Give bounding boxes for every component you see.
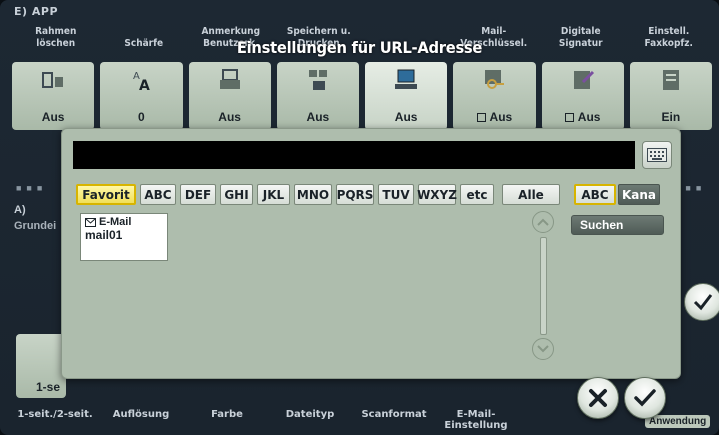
encryption-value: Aus: [476, 110, 512, 124]
chevron-up-icon: [537, 218, 549, 226]
tab-email-einstellung[interactable]: E-Mail- Einstellung: [436, 409, 516, 431]
frame-erase-value: Aus: [41, 110, 65, 124]
save-print-icon: [308, 70, 327, 90]
digital-signature-icon: [573, 70, 594, 89]
tab-aufloesung[interactable]: Auflösung: [96, 409, 186, 431]
app-section-label: E) APP: [14, 5, 59, 18]
tab-farbe[interactable]: Farbe: [186, 409, 268, 431]
filter-pqrs[interactable]: PQRS: [336, 184, 374, 205]
ok-button[interactable]: [624, 377, 666, 419]
svg-text:A: A: [139, 78, 150, 92]
filter-wxyz[interactable]: WXYZ: [417, 184, 457, 205]
url-address-value: Aus: [394, 110, 418, 124]
mode-kana-button[interactable]: Kana: [618, 184, 660, 205]
scroll-down-button[interactable]: [532, 338, 554, 360]
digital-signature-button[interactable]: Aus: [541, 62, 624, 130]
filter-ghi[interactable]: GHI: [220, 184, 253, 205]
tab-scanformat[interactable]: Scanformat: [352, 409, 436, 431]
digital-signature-value: Aus: [564, 110, 600, 124]
filter-favorit[interactable]: Favorit: [76, 184, 136, 205]
stamp-icon: [219, 69, 240, 89]
close-icon: [589, 389, 607, 407]
filter-jkl[interactable]: JKL: [257, 184, 290, 205]
filter-abc[interactable]: ABC: [140, 184, 176, 205]
dialog-title: Einstellungen für URL-Adresse: [236, 38, 483, 57]
encryption-key-icon: [485, 70, 505, 89]
keyboard-icon: [647, 148, 667, 162]
url-address-dialog: Favorit ABC DEF GHI JKL MNO PQRS TUV WXY…: [61, 128, 681, 379]
filter-def[interactable]: DEF: [180, 184, 216, 205]
filter-tuv[interactable]: TUV: [378, 184, 414, 205]
url-computer-icon: [395, 69, 418, 89]
anwendung-tab[interactable]: Anwendung: [645, 415, 711, 428]
index-filter-row: Favorit ABC DEF GHI JKL MNO PQRS TUV WXY…: [76, 184, 660, 205]
sharpness-icon: AA: [133, 71, 150, 92]
fax-header-button[interactable]: Ein: [629, 62, 712, 130]
frame-erase-button[interactable]: Aus: [12, 62, 95, 130]
scrollbar-track[interactable]: [540, 237, 547, 335]
encryption-button[interactable]: Aus: [453, 62, 536, 130]
frame-erase-icon: [42, 72, 64, 88]
checkmark-icon: [634, 389, 656, 407]
save-print-value: Aus: [306, 110, 330, 124]
cancel-button[interactable]: [577, 377, 619, 419]
signature-checkbox: [564, 113, 574, 122]
filter-alle[interactable]: Alle: [502, 184, 560, 205]
url-address-input[interactable]: [73, 141, 635, 169]
sharpness-button[interactable]: AA 0: [100, 62, 183, 130]
sharpness-value: 0: [138, 110, 145, 124]
search-button[interactable]: Suchen: [571, 215, 664, 235]
background-ok-button[interactable]: [684, 283, 719, 321]
keyboard-button[interactable]: [642, 141, 672, 169]
grundeinstellung-label: Grundei: [14, 220, 57, 232]
function-icon-row: Aus AA 0 Aus Aus Aus Aus Aus Ein: [12, 62, 712, 130]
fax-header-value: Ein: [661, 110, 681, 124]
checkmark-icon: [693, 294, 713, 311]
stamp-value: Aus: [218, 110, 241, 124]
list-item[interactable]: E-Mail mail01: [80, 213, 168, 261]
drag-handle-left: ■■■: [16, 183, 48, 193]
tab-duplex[interactable]: 1-seit./2-seit.: [14, 409, 96, 431]
chevron-down-icon: [537, 345, 549, 353]
section-a-label: A): [14, 204, 26, 216]
entry-type: E-Mail: [85, 216, 163, 228]
tab-dateityp[interactable]: Dateityp: [268, 409, 352, 431]
entry-name: mail01: [85, 228, 123, 242]
envelope-icon: [85, 217, 96, 227]
mode-abc-button[interactable]: ABC: [574, 184, 616, 205]
encryption-checkbox: [476, 113, 486, 122]
save-print-button[interactable]: Aus: [276, 62, 359, 130]
stamp-button[interactable]: Aus: [188, 62, 271, 130]
duplex-value: 1-se: [36, 380, 61, 394]
entry-type-label: E-Mail: [99, 216, 132, 228]
bottom-tabs: 1-seit./2-seit. Auflösung Farbe Dateityp…: [14, 409, 574, 431]
filter-etc[interactable]: etc: [460, 184, 494, 205]
filter-mno[interactable]: MNO: [294, 184, 332, 205]
url-address-button[interactable]: Aus: [365, 62, 448, 130]
fax-header-icon: [662, 70, 679, 90]
scroll-up-button[interactable]: [532, 211, 554, 233]
address-list: E-Mail mail01: [76, 209, 532, 359]
